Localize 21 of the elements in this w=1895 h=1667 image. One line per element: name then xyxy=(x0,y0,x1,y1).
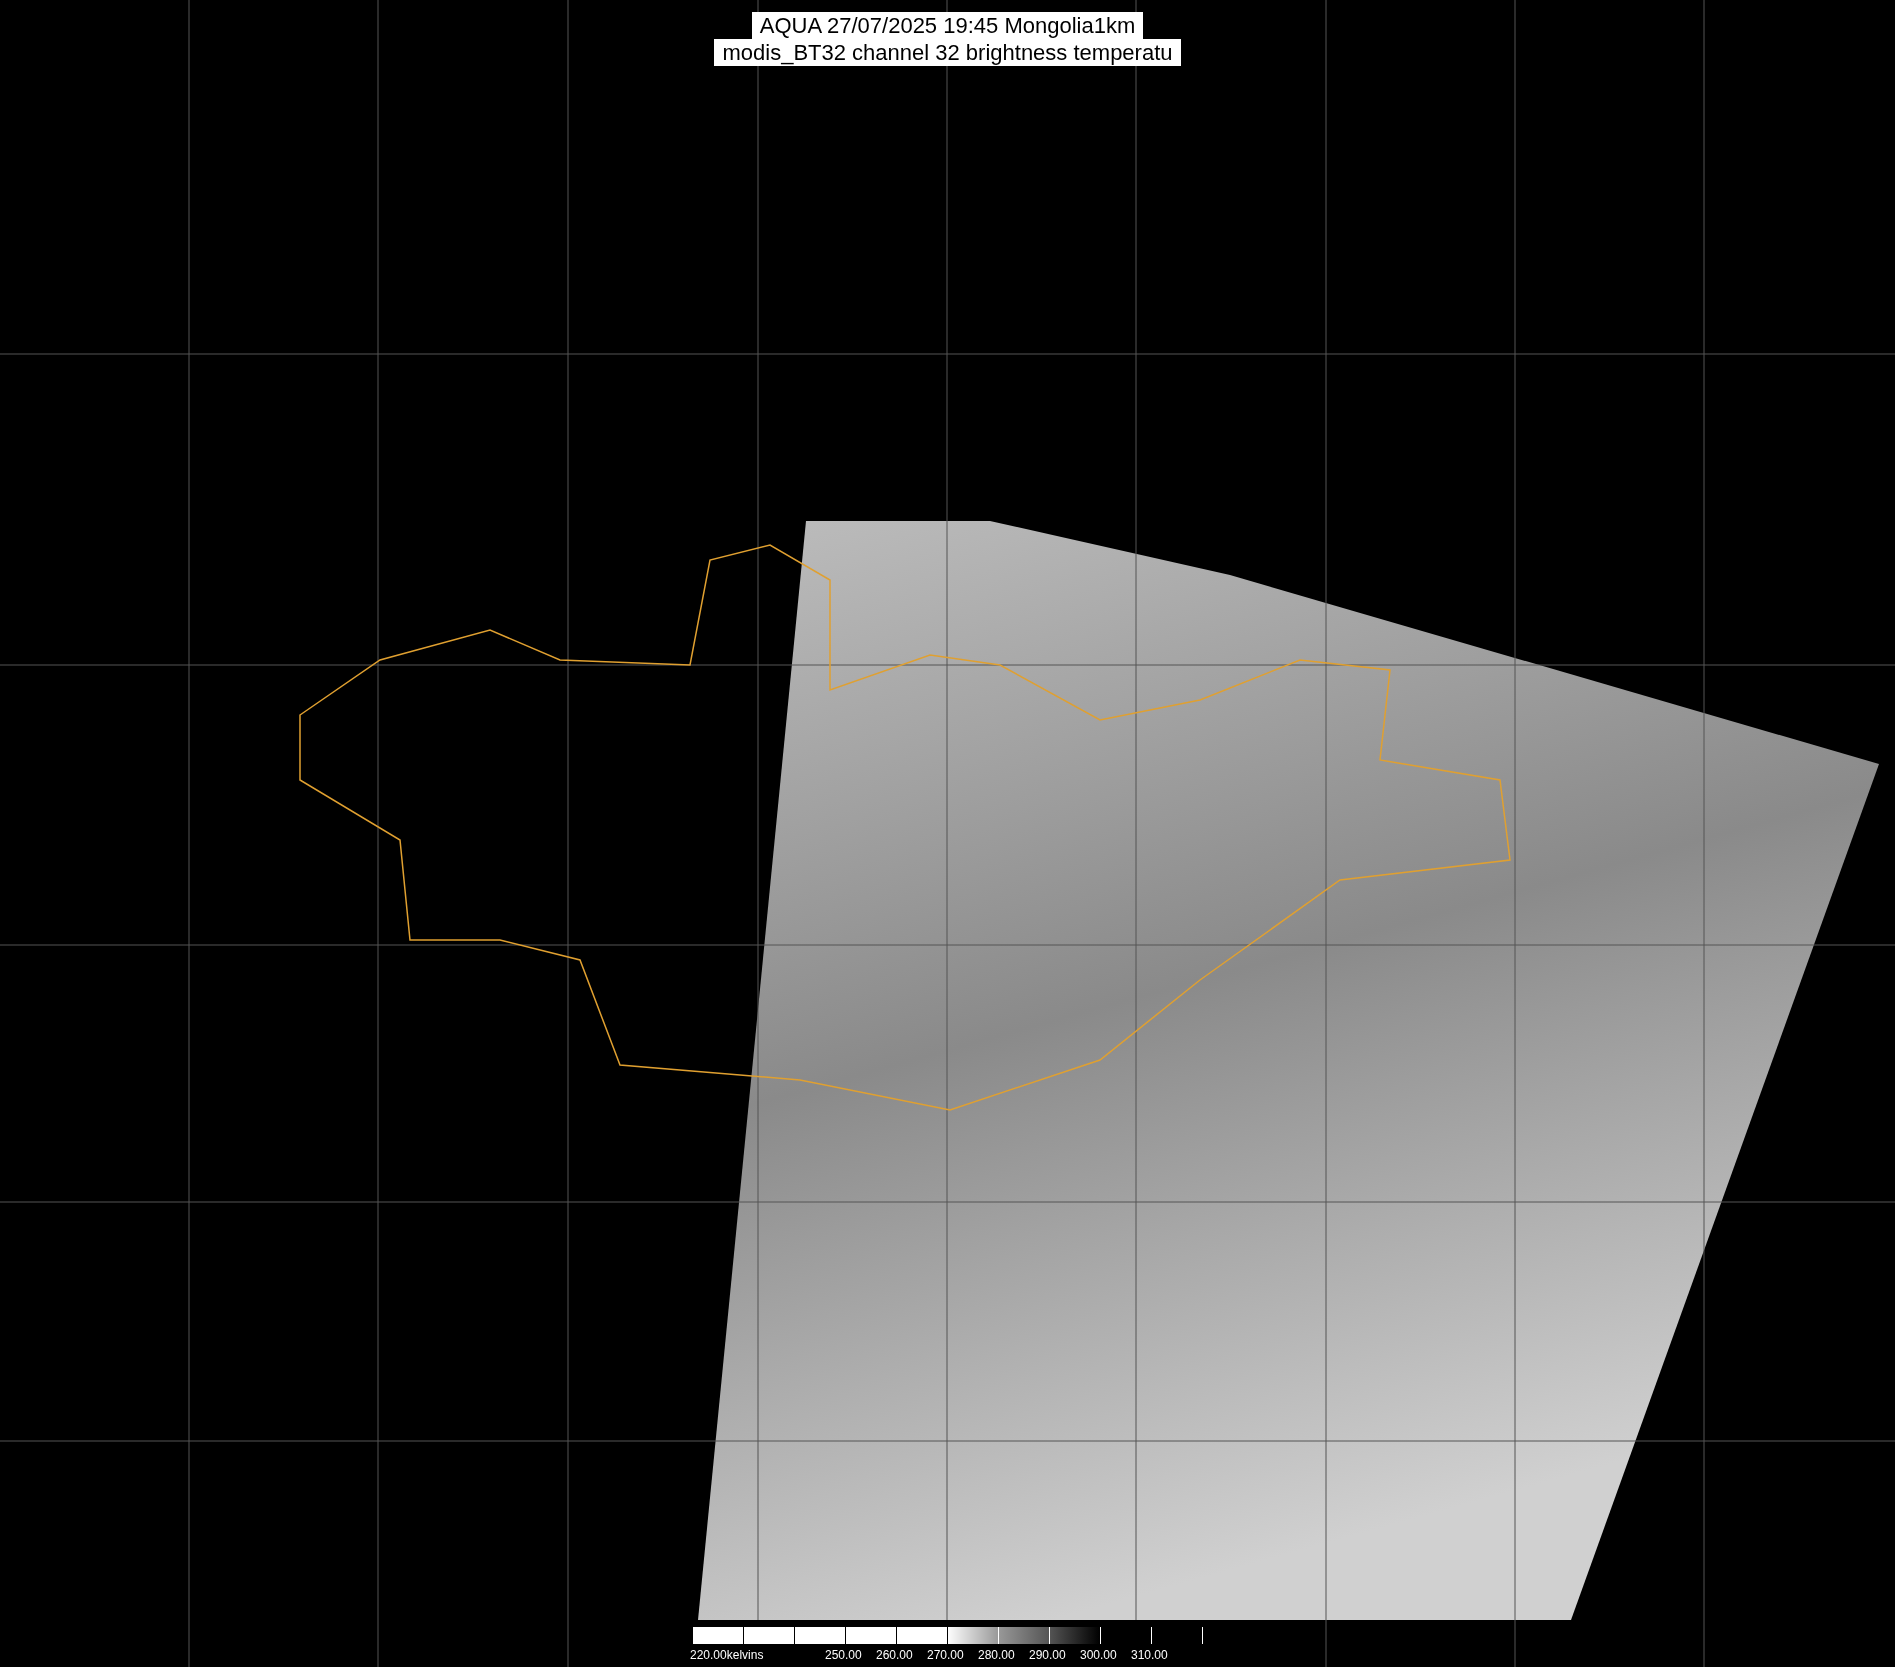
tick-label: 260.00 xyxy=(876,1649,913,1662)
tick-mark xyxy=(845,1627,846,1644)
tick-label: 250.00 xyxy=(825,1649,862,1662)
tick-mark xyxy=(998,1627,999,1644)
tick-mark xyxy=(794,1627,795,1644)
tick-label: 280.00 xyxy=(978,1649,1015,1662)
tick-mark xyxy=(1151,1627,1152,1644)
tick-label: 300.00 xyxy=(1080,1649,1117,1662)
map-title: modis_BT32 channel 32 brightness temperatu xyxy=(714,39,1181,66)
tick-label: 270.00 xyxy=(927,1649,964,1662)
tick-mark xyxy=(1049,1627,1050,1644)
tick-label: 310.00 xyxy=(1131,1649,1168,1662)
tick-mark xyxy=(743,1627,744,1644)
tick-mark xyxy=(947,1627,948,1644)
tick-label: 290.00 xyxy=(1029,1649,1066,1662)
tick-mark xyxy=(692,1627,693,1644)
map-title: AQUA 27/07/2025 19:45 Mongolia1km xyxy=(751,12,1144,39)
tick-mark xyxy=(1202,1627,1203,1644)
tick-mark xyxy=(1100,1627,1101,1644)
tick-label: 220.00kelvins xyxy=(690,1649,764,1662)
tick-mark xyxy=(896,1627,897,1644)
